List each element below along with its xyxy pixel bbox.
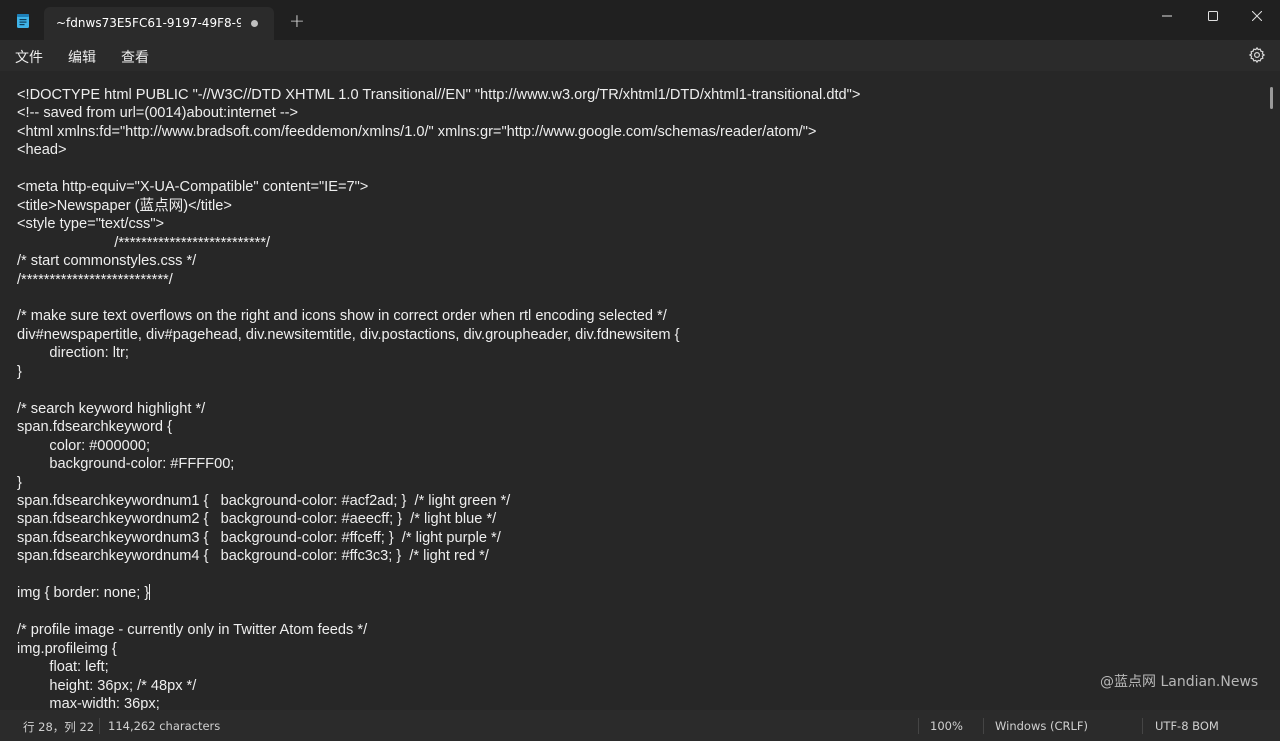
unsaved-dot-icon[interactable] — [251, 20, 258, 27]
code-line: img { border: none; } — [17, 584, 151, 602]
code-line: span.fdsearchkeyword { — [17, 419, 172, 436]
line-ending[interactable]: Windows (CRLF) — [995, 719, 1088, 733]
close-button[interactable] — [1234, 0, 1280, 32]
code-line: height: 36px; /* 48px */ — [17, 677, 197, 694]
encoding[interactable]: UTF-8 BOM — [1155, 719, 1219, 733]
maximize-button[interactable] — [1190, 0, 1236, 32]
code-line: <html xmlns:fd="http://www.bradsoft.com/… — [17, 123, 817, 140]
character-count: 114,262 characters — [108, 719, 221, 733]
menu-bar: 文件 编辑 查看 — [0, 40, 1280, 71]
code-line: } — [17, 363, 22, 380]
minimize-icon — [1162, 15, 1172, 17]
status-bar: 行 28，列 22 114,262 characters 100% Window… — [0, 710, 1280, 741]
new-tab-button[interactable]: + — [287, 11, 307, 31]
code-line: /* make sure text overflows on the right… — [17, 308, 667, 325]
code-line: /**************************/ — [17, 234, 271, 251]
maximize-icon — [1208, 11, 1218, 21]
code-line: <style type="text/css"> — [17, 216, 165, 233]
minimize-button[interactable] — [1144, 0, 1190, 32]
code-line: <title>Newspaper (蓝点网)</title> — [17, 197, 232, 214]
code-line: background-color: #FFFF00; — [17, 456, 235, 473]
title-bar: ~fdnws73E5FC61-9197-49F8-991C-4 + — [0, 0, 1280, 40]
tab-document[interactable]: ~fdnws73E5FC61-9197-49F8-991C-4 — [44, 7, 274, 40]
status-separator — [99, 718, 100, 734]
notepad-icon — [17, 14, 29, 28]
code-line: img.profileimg { — [17, 640, 117, 657]
tab-title: ~fdnws73E5FC61-9197-49F8-991C-4 — [56, 16, 241, 30]
editor-content[interactable]: <!DOCTYPE html PUBLIC "-//W3C//DTD XHTML… — [17, 86, 1257, 710]
code-line: <meta http-equiv="X-UA-Compatible" conte… — [17, 179, 369, 196]
gear-icon[interactable] — [1248, 46, 1266, 64]
code-line: span.fdsearchkeywordnum1 { background-co… — [17, 492, 511, 509]
code-line: color: #000000; — [17, 437, 151, 454]
vertical-scrollbar-thumb[interactable] — [1270, 87, 1273, 109]
code-line: span.fdsearchkeywordnum3 { background-co… — [17, 529, 501, 546]
code-line: max-width: 36px; — [17, 695, 160, 710]
code-line: <!DOCTYPE html PUBLIC "-//W3C//DTD XHTML… — [17, 87, 861, 103]
code-line: /* profile image - currently only in Twi… — [17, 622, 368, 639]
code-line: direction: ltr; — [17, 345, 129, 362]
menu-view[interactable]: 查看 — [121, 47, 149, 67]
code-line: span.fdsearchkeywordnum2 { background-co… — [17, 511, 497, 528]
code-line: /* start commonstyles.css */ — [17, 253, 197, 270]
code-line: /* search keyword highlight */ — [17, 400, 206, 417]
code-line: div#newspapertitle, div#pagehead, div.ne… — [17, 326, 680, 343]
status-separator — [983, 718, 984, 734]
close-icon — [1252, 11, 1262, 21]
code-line: <!-- saved from url=(0014)about:internet… — [17, 105, 299, 122]
text-caret — [149, 584, 151, 601]
menu-file[interactable]: 文件 — [15, 47, 43, 67]
status-separator — [1142, 718, 1143, 734]
menu-edit[interactable]: 编辑 — [68, 47, 96, 67]
code-line: span.fdsearchkeywordnum4 { background-co… — [17, 548, 489, 565]
watermark: @蓝点网 Landian.News — [1100, 674, 1259, 690]
code-line: /**************************/ — [17, 271, 173, 288]
text-editor[interactable]: <!DOCTYPE html PUBLIC "-//W3C//DTD XHTML… — [0, 71, 1280, 710]
zoom-level[interactable]: 100% — [930, 719, 963, 733]
code-line: } — [17, 474, 22, 491]
code-line: float: left; — [17, 659, 109, 676]
status-separator — [918, 718, 919, 734]
cursor-position[interactable]: 行 28，列 22 — [23, 719, 94, 735]
code-line: <head> — [17, 142, 67, 159]
